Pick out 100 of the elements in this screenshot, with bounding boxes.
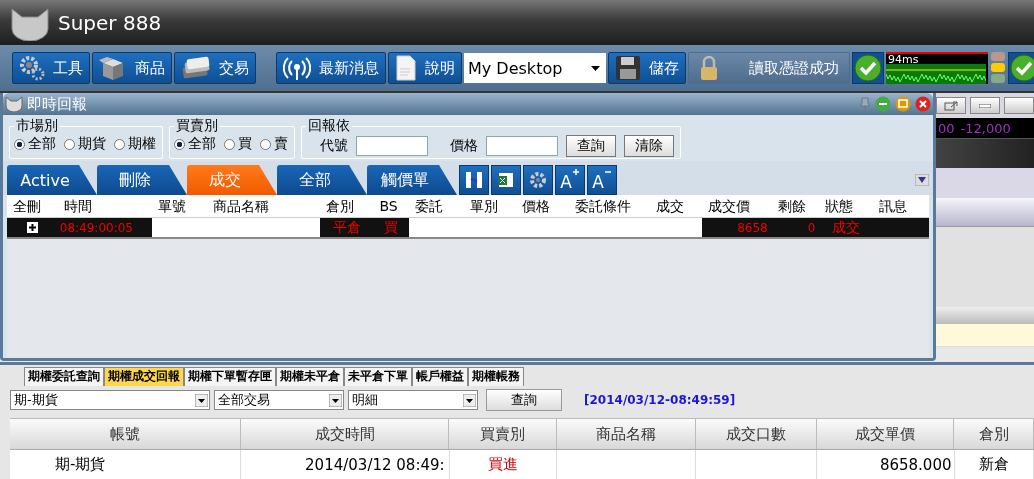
font-size-button[interactable]: A xyxy=(587,165,617,195)
tab[interactable]: 期權成交回報 xyxy=(104,366,184,386)
radio-option[interactable]: 全部 xyxy=(14,135,56,153)
table-cell-text: 0 xyxy=(806,219,817,237)
padlock-icon xyxy=(699,55,719,81)
table-cell: 2014/03/12 08:49: xyxy=(305,455,445,474)
maximize-icon[interactable] xyxy=(895,96,911,112)
table-cell: 期-期貨 xyxy=(55,455,106,475)
tab[interactable]: Active xyxy=(7,165,97,195)
column-header: 成交時間 xyxy=(240,419,450,450)
font-size-button[interactable]: A xyxy=(555,165,585,195)
group-label: 買賣別 xyxy=(175,117,219,135)
close-icon[interactable] xyxy=(915,96,931,112)
column-header: 訊息 xyxy=(878,197,909,216)
antenna-icon xyxy=(283,55,311,81)
window-button[interactable] xyxy=(1004,97,1034,114)
app-title: Super 888 xyxy=(58,10,162,35)
latency-label: 94ms xyxy=(888,54,919,66)
column-header: 全刪 xyxy=(12,197,42,216)
table-cell: 買進 xyxy=(487,455,518,475)
tool-button[interactable] xyxy=(523,165,553,195)
toolbar-button[interactable]: 交易 xyxy=(174,52,256,84)
tab[interactable]: 帳戶權益 xyxy=(412,366,468,386)
tab[interactable]: 期權帳務 xyxy=(468,366,524,386)
check-button[interactable] xyxy=(1008,52,1034,84)
column-header: 狀態 xyxy=(824,197,855,216)
toolbar-button[interactable]: 工具 xyxy=(12,52,90,84)
field-label: 價格 xyxy=(450,137,478,155)
input-field[interactable] xyxy=(356,136,428,156)
column-header: 商品名稱 xyxy=(556,419,696,450)
column-header: 剩餘 xyxy=(776,197,807,216)
radio-option[interactable]: 全部 xyxy=(174,135,216,153)
action-button[interactable]: 查詢 xyxy=(566,135,616,157)
table-cell-text: 8658 xyxy=(736,219,769,237)
radio-option[interactable]: 期權 xyxy=(114,135,156,153)
caret-icon xyxy=(329,393,342,407)
check-icon xyxy=(1010,54,1034,82)
field-label: 代號 xyxy=(320,137,348,155)
tool-button[interactable] xyxy=(491,165,521,195)
tab[interactable]: 期權未平倉 xyxy=(276,366,344,386)
radio-option[interactable]: 買 xyxy=(224,135,252,153)
dropdown[interactable]: 明細 xyxy=(348,390,478,411)
cards-icon xyxy=(181,56,211,80)
ticker-value: 00 xyxy=(938,120,955,136)
tab[interactable]: 期權委託查詢 xyxy=(24,366,104,386)
column-header: 倉別 xyxy=(954,419,1034,450)
radio-option[interactable]: 期貨 xyxy=(64,135,106,153)
column-header: 商品名稱 xyxy=(212,197,271,216)
input-field[interactable] xyxy=(486,136,558,156)
ticker-value: -12,000 xyxy=(960,120,1011,136)
caret-icon xyxy=(195,393,208,407)
toolbar-button[interactable]: 商品 xyxy=(92,52,172,84)
column-header: BS xyxy=(378,197,399,216)
floppy-icon xyxy=(615,55,641,81)
dropdown[interactable]: 期-期貨 xyxy=(10,390,210,411)
popout-icon xyxy=(944,100,958,111)
table-cell-text: 成交 xyxy=(831,218,862,237)
document-icon xyxy=(395,55,417,81)
certificate-button[interactable]: 讀取憑證成功 xyxy=(688,52,850,84)
desktop-dropdown[interactable]: My Desktop xyxy=(464,53,606,83)
minimize-icon[interactable] xyxy=(875,96,891,112)
toolbar-button[interactable]: 說明 xyxy=(388,52,462,84)
cat-logo-icon xyxy=(5,96,23,112)
column-header: 倉別 xyxy=(324,197,355,216)
tab[interactable]: 觸價單 xyxy=(367,165,457,195)
column-header: 時間 xyxy=(62,197,93,216)
tab[interactable]: 全部 xyxy=(277,165,367,195)
tab[interactable]: 未平倉下單 xyxy=(344,366,412,386)
tab[interactable]: 期權下單暫存匣 xyxy=(184,366,276,386)
column-header: 單別 xyxy=(469,197,499,216)
radio-option[interactable]: 賣 xyxy=(260,135,288,153)
check-icon xyxy=(854,54,882,82)
toolbar-button[interactable]: 儲存 xyxy=(608,52,686,84)
action-button[interactable]: 清除 xyxy=(624,135,674,157)
dropdown-arrow-icon[interactable] xyxy=(915,174,929,186)
window-title: 即時回報 xyxy=(27,94,87,114)
popout-button[interactable] xyxy=(936,97,966,114)
caret-icon xyxy=(463,393,476,407)
column-header: 單號 xyxy=(157,197,188,216)
column-header: 委託條件 xyxy=(573,197,632,216)
column-header: 成交價 xyxy=(707,197,751,216)
plus-icon xyxy=(571,168,580,176)
status-light-icon xyxy=(990,51,1006,85)
check-button[interactable] xyxy=(852,52,884,84)
toolbar-button[interactable]: 最新消息 xyxy=(276,52,386,84)
group-label: 回報依 xyxy=(307,117,351,135)
expand-icon[interactable] xyxy=(26,222,38,233)
column-header: 價格 xyxy=(520,197,551,216)
tool-button[interactable] xyxy=(459,165,489,195)
minimize-button[interactable] xyxy=(970,97,1000,114)
tab[interactable]: 刪除 xyxy=(97,165,187,195)
dropdown[interactable]: 全部交易 xyxy=(214,390,344,411)
table-cell-text: 買 xyxy=(383,218,400,237)
minimize-icon xyxy=(979,103,991,108)
gears-icon xyxy=(19,55,45,81)
column-header: 帳號 xyxy=(10,419,241,450)
query-button[interactable]: 查詢 xyxy=(486,389,562,412)
table-cell: 8658.000 xyxy=(879,455,952,474)
column-header: 委託 xyxy=(414,197,445,216)
table-cell-text: 平倉 xyxy=(331,218,362,237)
